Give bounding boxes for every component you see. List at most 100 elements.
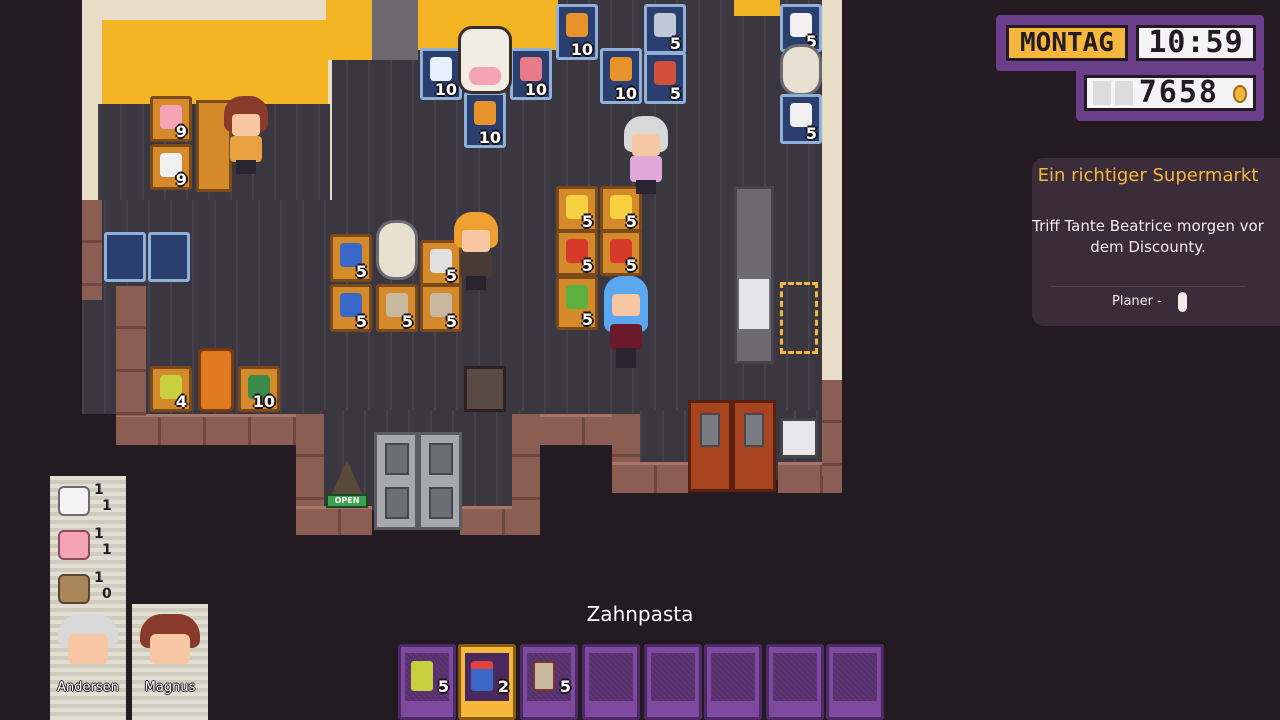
slot-qty: 5: [559, 677, 571, 696]
shelf[interactable]: 9: [150, 144, 192, 190]
hotbar-slot-1[interactable]: 5: [398, 644, 456, 720]
fridge[interactable]: 10: [556, 4, 598, 60]
shelf-qty: 5: [445, 312, 457, 331]
hotbar-slot-2[interactable]: 2: [458, 644, 516, 720]
storage-door-left[interactable]: [688, 400, 732, 492]
shelf[interactable]: 9: [150, 96, 192, 142]
stock-count: 1 0: [94, 570, 112, 602]
can-display[interactable]: [376, 220, 418, 280]
meat-icon: [520, 57, 542, 81]
shelf[interactable]: 5: [556, 230, 598, 276]
magnus-portrait: [140, 614, 200, 670]
open-sign-label: OPEN: [326, 494, 368, 508]
shelf[interactable]: 5: [600, 230, 642, 276]
shelf[interactable]: 5: [556, 186, 598, 232]
shelf[interactable]: 4: [150, 366, 192, 412]
hotbar-slot-7[interactable]: [766, 644, 824, 720]
day-display: MONTAG: [1006, 25, 1128, 61]
door-window: [744, 413, 764, 447]
back-room-floor: [102, 20, 328, 104]
cow-nose-icon: [469, 67, 501, 85]
slot-background: [589, 653, 633, 701]
hotbar-slot-5[interactable]: [644, 644, 702, 720]
fridge[interactable]: 5: [780, 94, 822, 144]
brick-wall: [296, 506, 372, 535]
character-face: [612, 294, 640, 316]
door-window: [385, 443, 409, 475]
stock-count: 1 1: [94, 482, 112, 514]
shelf-qty: 5: [669, 34, 681, 53]
planner-label[interactable]: Planer -: [1112, 294, 1162, 309]
open-sign[interactable]: OPEN: [326, 460, 368, 510]
fridge[interactable]: 5: [644, 52, 686, 104]
coin-icon: [1233, 85, 1247, 103]
portrait-face: [150, 634, 190, 664]
shelf-qty: 5: [581, 256, 593, 275]
character-legs: [616, 348, 636, 368]
character-body: [610, 324, 642, 350]
slot-qty: 2: [497, 677, 509, 696]
stock-row: 1 1: [56, 526, 120, 566]
npc-shopkeeper[interactable]: [222, 96, 270, 174]
quest-divider: [1050, 286, 1246, 287]
product-crate[interactable]: [464, 366, 506, 412]
fridge[interactable]: 10: [464, 92, 506, 148]
staff-name: Andersen: [57, 680, 119, 695]
npc-grandma[interactable]: [622, 116, 670, 194]
checkout-marker[interactable]: [780, 282, 818, 354]
stock-row: 1 1: [56, 482, 120, 522]
empty-fridge[interactable]: [148, 232, 190, 282]
stock-count: 1 1: [94, 526, 112, 558]
shelf[interactable]: 5: [330, 284, 372, 332]
hotbar-slot-4[interactable]: [582, 644, 640, 720]
character-body: [230, 136, 262, 162]
hud-panel: MONTAG 10:59 7658: [996, 15, 1264, 121]
right-wall: [822, 0, 842, 380]
shelf[interactable]: 10: [238, 366, 280, 412]
fridge[interactable]: 10: [420, 48, 462, 100]
lotion-bottle-icon: [58, 530, 90, 560]
fridge[interactable]: 5: [644, 4, 686, 54]
shelf[interactable]: 5: [556, 276, 598, 330]
storage-door-right[interactable]: [732, 400, 776, 492]
door-window: [385, 487, 409, 519]
fridge[interactable]: 10: [510, 48, 552, 100]
shelf-qty: 9: [175, 170, 187, 189]
door-window: [700, 413, 720, 447]
npc-customer[interactable]: [452, 212, 500, 290]
brick-wall: [612, 462, 688, 493]
stock-row: 1 0: [56, 570, 120, 610]
entrance-door-left[interactable]: [374, 432, 418, 530]
character-legs: [466, 276, 486, 290]
hotbar-slot-3[interactable]: 5: [520, 644, 578, 720]
staff-card-magnus[interactable]: Magnus: [132, 604, 208, 720]
cow-mascot-icon: [458, 26, 512, 94]
quest-panel[interactable]: Ein richtiger Supermarkt Triff Tante Bea…: [1032, 158, 1280, 326]
entrance-door-right[interactable]: [418, 432, 462, 530]
empty-fridge[interactable]: [104, 232, 146, 282]
slot-background: [711, 653, 755, 701]
hotbar-slot-6[interactable]: [704, 644, 762, 720]
stock-have: 1: [94, 526, 104, 542]
money-blank-digits: [1093, 81, 1133, 105]
wall-segment: [734, 0, 780, 16]
trash-bin[interactable]: [780, 418, 818, 458]
fridge[interactable]: 10: [600, 48, 642, 104]
shelf[interactable]: 5: [376, 284, 418, 332]
character-legs: [236, 160, 256, 174]
character-body: [460, 252, 492, 278]
stock-have: 1: [94, 482, 104, 498]
juice-bottle[interactable]: [198, 348, 234, 412]
player-character[interactable]: [602, 276, 650, 370]
slot-background: [773, 653, 817, 701]
can-display[interactable]: [780, 44, 822, 96]
staff-card-andersen[interactable]: 1 1 1 1 1 0 Andersen: [50, 476, 126, 720]
cash-register[interactable]: [734, 186, 774, 364]
lettuce-icon: [566, 285, 588, 309]
portrait-face: [68, 634, 108, 664]
bread-icon: [58, 574, 90, 604]
shelf[interactable]: 5: [330, 234, 372, 282]
shelf[interactable]: 5: [420, 284, 462, 332]
door-window: [429, 443, 453, 475]
hotbar-slot-8[interactable]: [826, 644, 884, 720]
